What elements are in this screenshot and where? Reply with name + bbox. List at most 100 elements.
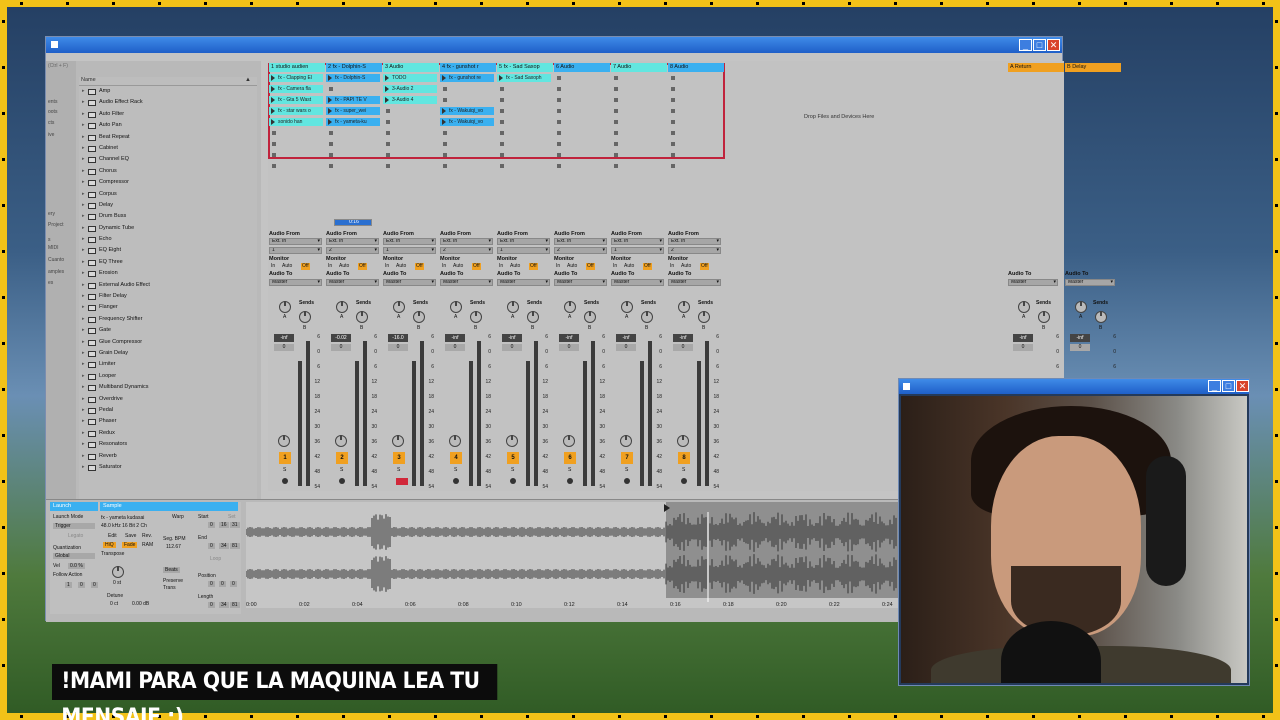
edit-button[interactable]: Edit (108, 533, 117, 539)
monitor-off-button[interactable]: Off (472, 263, 481, 270)
clip-end-field[interactable]: 0 (208, 543, 215, 549)
return-track-header[interactable]: B Delay (1065, 63, 1121, 72)
browser-item[interactable]: ▸ Filter Delay (79, 291, 257, 302)
clip-stop-button[interactable] (443, 142, 447, 146)
clip-slot[interactable]: fx - star wars o (269, 107, 323, 115)
browser-item[interactable]: ▸ Pedal (79, 405, 257, 416)
expand-arrow-icon[interactable]: ▸ (82, 337, 85, 348)
webcam-titlebar[interactable]: _ □ ✕ (899, 379, 1249, 394)
track-header[interactable]: 4 fx - gunshot r (440, 63, 496, 72)
clip-stop-button[interactable] (329, 131, 333, 135)
solo-button[interactable]: S (568, 467, 571, 473)
clip-stop-button[interactable] (671, 109, 675, 113)
follow-action-a[interactable]: 1 (65, 582, 72, 588)
clip-start-field[interactable]: 0 (208, 522, 215, 528)
input-channel-select[interactable]: 1 ▾ (269, 247, 322, 254)
input-channel-select[interactable]: 2 ▾ (554, 247, 607, 254)
volume-display[interactable]: -16.0 (388, 334, 408, 342)
send-b-knob[interactable] (1095, 311, 1107, 323)
return-track-header[interactable]: A Return (1008, 63, 1064, 72)
pan-knob[interactable] (677, 435, 689, 447)
expand-arrow-icon[interactable]: ▸ (82, 234, 85, 245)
pan-display[interactable]: 0 (673, 344, 693, 351)
send-a-knob[interactable] (678, 301, 690, 313)
expand-arrow-icon[interactable]: ▸ (82, 371, 85, 382)
track-activator-button[interactable]: 4 (450, 452, 462, 464)
track-activator-button[interactable]: 5 (507, 452, 519, 464)
transpose-value[interactable]: 0 st (113, 580, 121, 586)
monitor-auto-button[interactable]: Auto (566, 263, 578, 270)
browser-item[interactable]: ▸ Multiband Dynamics (79, 382, 257, 393)
expand-arrow-icon[interactable]: ▸ (82, 439, 85, 450)
clip-position-field[interactable]: 0 (219, 581, 226, 587)
clip-play-icon[interactable] (328, 75, 332, 81)
browser-item[interactable]: ▸ Dynamic Tube (79, 223, 257, 234)
clip-slot[interactable]: fx - Dolphin-S (326, 74, 380, 82)
track-header[interactable]: 5 fx - Sad Saxop (497, 63, 553, 72)
clip-stop-button[interactable] (671, 131, 675, 135)
monitor-auto-button[interactable]: Auto (623, 263, 635, 270)
browser-item[interactable]: ▸ Echo (79, 234, 257, 245)
clip-play-icon[interactable] (271, 97, 275, 103)
browser-item[interactable]: ▸ Corpus (79, 189, 257, 200)
clip-stop-button[interactable] (386, 109, 390, 113)
audio-from-select[interactable]: Ext. In ▾ (326, 238, 379, 245)
clip-length-field[interactable]: 34 (219, 602, 229, 608)
clip-slot[interactable]: fx - Camera fla (269, 85, 323, 93)
send-b-knob[interactable] (1038, 311, 1050, 323)
arm-button[interactable] (681, 478, 687, 484)
tab-sample[interactable]: Sample (100, 502, 238, 511)
audio-to-select[interactable]: Master ▾ (554, 279, 607, 286)
follow-action-c[interactable]: 0 (91, 582, 98, 588)
browser-category-item[interactable]: ents (48, 99, 57, 105)
send-a-knob[interactable] (336, 301, 348, 313)
expand-arrow-icon[interactable]: ▸ (82, 143, 85, 154)
browser-item[interactable]: ▸ Chorus (79, 166, 257, 177)
track-header[interactable]: 2 fx - Dolphin-S (326, 63, 382, 72)
clip-stop-button[interactable] (386, 131, 390, 135)
drop-files-hint[interactable]: Drop Files and Devices Here (804, 114, 874, 120)
send-b-knob[interactable] (299, 311, 311, 323)
expand-arrow-icon[interactable]: ▸ (82, 257, 85, 268)
expand-arrow-icon[interactable]: ▸ (82, 223, 85, 234)
browser-search-input[interactable]: (Ctrl + F) (48, 63, 78, 71)
browser-item[interactable]: ▸ Frequency Shifter (79, 314, 257, 325)
browser-item[interactable]: ▸ Overdrive (79, 394, 257, 405)
volume-display[interactable]: -0.02 (331, 334, 351, 342)
clip-stop-button[interactable] (500, 109, 504, 113)
arm-button[interactable] (624, 478, 630, 484)
clip-stop-button[interactable] (614, 164, 618, 168)
monitor-in-button[interactable]: In (327, 263, 333, 270)
send-b-knob[interactable] (584, 311, 596, 323)
track-activator-button[interactable]: 6 (564, 452, 576, 464)
browser-category-item[interactable]: ery (48, 211, 55, 217)
solo-button[interactable]: S (340, 467, 343, 473)
track-activator-button[interactable]: 3 (393, 452, 405, 464)
clip-stop-button[interactable] (671, 142, 675, 146)
audio-to-select[interactable]: Master ▾ (269, 279, 322, 286)
send-b-knob[interactable] (641, 311, 653, 323)
volume-display[interactable]: -inf (445, 334, 465, 342)
webcam-minimize-button[interactable]: _ (1208, 380, 1221, 392)
clip-stop-button[interactable] (500, 131, 504, 135)
arm-button[interactable] (510, 478, 516, 484)
audio-from-select[interactable]: Ext. In ▾ (383, 238, 436, 245)
clip-stop-button[interactable] (500, 153, 504, 157)
volume-display[interactable]: -inf (1070, 334, 1090, 342)
clip-length-field[interactable]: 81 (230, 602, 240, 608)
browser-item[interactable]: ▸ Gate (79, 325, 257, 336)
track-header[interactable]: 3 Audio (383, 63, 439, 72)
browser-item[interactable]: ▸ Grain Delay (79, 348, 257, 359)
expand-arrow-icon[interactable]: ▸ (82, 302, 85, 313)
monitor-in-button[interactable]: In (384, 263, 390, 270)
clip-end-field[interactable]: 81 (230, 543, 240, 549)
send-a-knob[interactable] (564, 301, 576, 313)
clip-stop-button[interactable] (557, 131, 561, 135)
clip-play-icon[interactable] (442, 108, 446, 114)
clip-position-field[interactable]: 0 (208, 581, 215, 587)
track-header[interactable]: 6 Audio (554, 63, 610, 72)
clip-play-icon[interactable] (442, 119, 446, 125)
browser-item[interactable]: ▸ Amp (79, 86, 257, 97)
expand-arrow-icon[interactable]: ▸ (82, 189, 85, 200)
launch-mode-select[interactable]: Trigger (53, 523, 95, 529)
